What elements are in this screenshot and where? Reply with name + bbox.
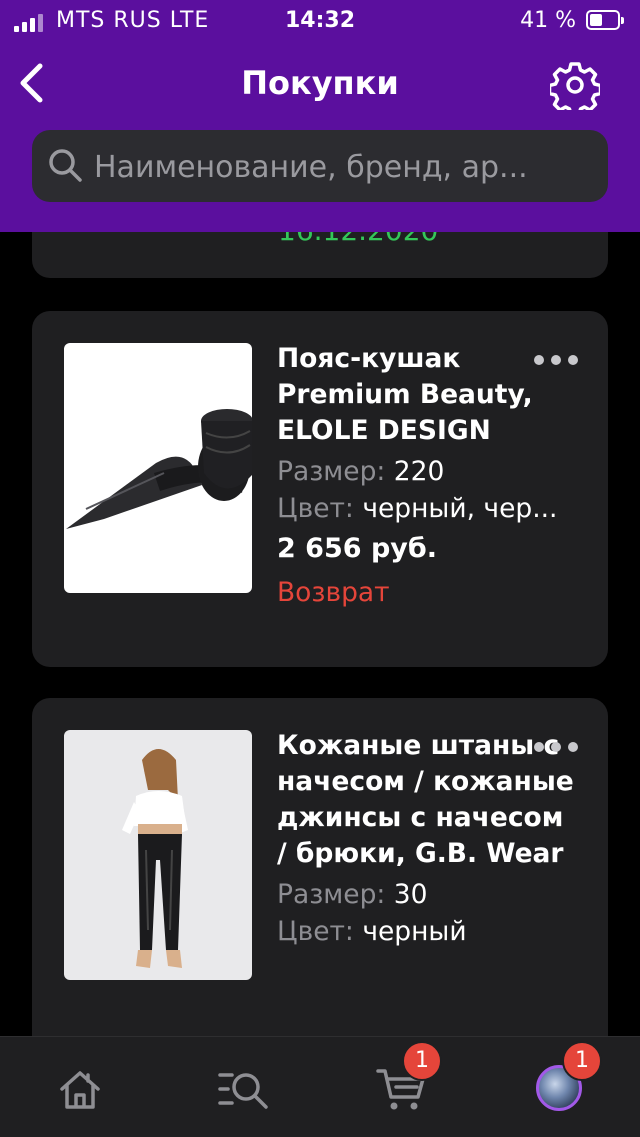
cart-badge: 1 [402, 1041, 442, 1081]
battery-percent: 41 % [520, 8, 576, 33]
tab-bar: 1 1 [0, 1036, 640, 1137]
profile-badge: 1 [562, 1041, 602, 1081]
tab-profile[interactable]: 1 [520, 1041, 602, 1131]
page-title: Покупки [241, 64, 399, 102]
size-value: 220 [393, 456, 445, 487]
size-row: Размер: 30 [277, 876, 577, 913]
pants-model-image [64, 730, 252, 980]
order-card[interactable]: Пояс-кушак Premium Beauty, ELOLE DESIGN … [32, 311, 608, 667]
navbar: Покупки [0, 44, 640, 124]
settings-button[interactable] [547, 60, 603, 117]
size-label: Размер: [277, 879, 386, 910]
search-input[interactable] [92, 130, 596, 204]
color-label: Цвет: [277, 493, 354, 524]
size-value: 30 [393, 879, 428, 910]
order-info: Кожаные штаны с начесом / кожаные джинсы… [277, 728, 577, 950]
battery-icon [586, 10, 624, 30]
tab-home[interactable] [40, 1051, 120, 1131]
product-image[interactable] [64, 343, 252, 593]
color-row: Цвет: черный [277, 913, 577, 950]
belt-image [64, 343, 252, 593]
product-image[interactable] [64, 730, 252, 980]
size-row: Размер: 220 [277, 453, 577, 490]
home-icon [60, 1071, 100, 1109]
color-label: Цвет: [277, 916, 354, 947]
catalog-search-icon [218, 1073, 268, 1109]
color-value: черный, чер... [362, 493, 558, 524]
color-row: Цвет: черный, чер... [277, 490, 577, 527]
search-bar [32, 130, 608, 204]
product-title[interactable]: Кожаные штаны с начесом / кожаные джинсы… [277, 728, 577, 872]
header: MTS RUS LTE 14:32 41 % Покупки [0, 0, 640, 232]
search-icon [49, 149, 82, 182]
size-label: Размер: [277, 456, 386, 487]
product-title[interactable]: Пояс-кушак Premium Beauty, ELOLE DESIGN [277, 341, 577, 449]
color-value: черный [362, 916, 467, 947]
tab-cart[interactable]: 1 [360, 1041, 442, 1131]
price: 2 656 руб. [277, 533, 437, 564]
return-status[interactable]: Возврат [277, 571, 577, 615]
tab-catalog-search[interactable] [200, 1051, 280, 1131]
more-button[interactable] [534, 740, 578, 754]
order-info: Пояс-кушак Premium Beauty, ELOLE DESIGN … [277, 341, 577, 615]
gear-icon [547, 62, 603, 117]
more-button[interactable] [534, 353, 578, 367]
status-bar: MTS RUS LTE 14:32 41 % [0, 0, 640, 44]
